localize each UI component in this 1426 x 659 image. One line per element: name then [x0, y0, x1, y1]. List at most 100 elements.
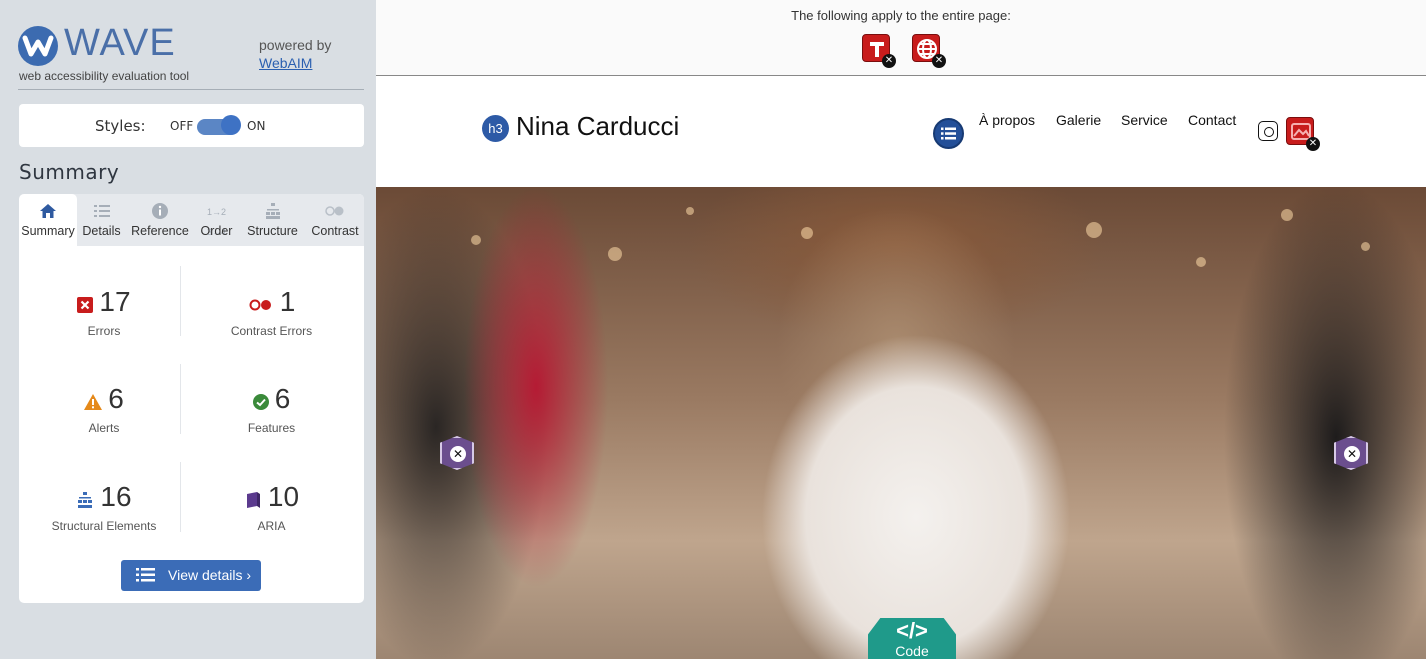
wave-logo-icon — [18, 26, 58, 66]
tab-label: Order — [200, 224, 233, 238]
logo-subtitle: web accessibility evaluation tool — [19, 69, 190, 83]
tab-details[interactable]: Details — [77, 194, 126, 246]
styles-toggle-box: Styles: OFF ON — [19, 104, 364, 147]
bokeh-light — [1196, 257, 1206, 267]
webaim-link[interactable]: WebAIM — [259, 54, 331, 72]
evaluated-page: The following apply to the entire page: … — [376, 0, 1426, 659]
home-icon — [19, 202, 77, 224]
nav-link-service[interactable]: Service — [1121, 112, 1168, 128]
missing-title-error-icon[interactable]: ✕ — [862, 34, 896, 68]
stat-divider — [180, 364, 181, 434]
features-count: 6 — [274, 383, 291, 414]
styles-off-label: OFF — [170, 119, 194, 133]
aria-icon — [244, 491, 262, 513]
wave-logo[interactable]: WAVE — [18, 22, 178, 66]
tab-bar: Summary Details Reference 1→2 3→4 Order … — [19, 194, 364, 246]
stat-errors[interactable]: 17 Errors — [39, 286, 169, 338]
list-icon — [77, 202, 126, 224]
errors-count: 17 — [99, 286, 131, 317]
tab-reference[interactable]: Reference — [126, 194, 194, 246]
powered-by: powered by WebAIM — [259, 36, 331, 72]
summary-heading: Summary — [19, 160, 120, 184]
bokeh-light — [1361, 242, 1370, 251]
contrast-error-icon — [248, 297, 274, 316]
order-icon: 1→2 3→4 — [206, 207, 226, 237]
wave-app: WAVE web accessibility evaluation tool p… — [0, 0, 1426, 659]
stat-contrast-errors[interactable]: 1 Contrast Errors — [199, 286, 344, 338]
aria-label: ARIA — [257, 519, 286, 533]
nav-link-a-propos[interactable]: À propos — [979, 112, 1035, 128]
code-label: Code — [895, 643, 929, 659]
contrast-errors-count: 1 — [279, 286, 296, 317]
features-label: Features — [247, 421, 296, 435]
close-icon: ✕ — [882, 54, 896, 68]
code-icon: </> — [896, 618, 928, 643]
bokeh-light — [801, 227, 813, 239]
structure-icon — [239, 202, 306, 224]
error-icon — [77, 296, 94, 317]
apply-text: The following apply to the entire page: — [791, 8, 1011, 23]
instagram-icon[interactable] — [1258, 121, 1278, 141]
hero-wedding-photo: ✕ ✕ — [376, 187, 1426, 659]
close-icon: ✕ — [450, 446, 466, 462]
info-icon — [126, 202, 194, 224]
tab-label: Details — [82, 224, 121, 238]
carousel-prev-error-icon[interactable]: ✕ — [440, 436, 474, 470]
feature-check-icon — [252, 393, 269, 414]
site-title: Nina Carducci — [516, 111, 680, 141]
powered-by-text: powered by — [259, 37, 332, 53]
tab-order[interactable]: 1→2 3→4 Order — [194, 194, 239, 246]
bokeh-light — [471, 235, 481, 245]
bokeh-light — [686, 207, 694, 215]
stat-divider — [180, 266, 181, 336]
tab-label: Contrast — [311, 224, 359, 238]
stat-alerts[interactable]: 6 Alerts — [39, 383, 169, 435]
contrast-icon — [306, 202, 364, 224]
linked-image-missing-alt-error-icon[interactable]: ✕ — [1286, 117, 1320, 151]
sidebar-divider — [18, 89, 364, 90]
alerts-label: Alerts — [88, 421, 120, 435]
structural-label: Structural Elements — [51, 519, 157, 533]
alert-icon — [84, 393, 103, 414]
tab-contrast[interactable]: Contrast — [306, 194, 364, 246]
carousel-next-error-icon[interactable]: ✕ — [1334, 436, 1368, 470]
code-toggle-tab[interactable]: </> Code — [868, 618, 956, 659]
tab-summary[interactable]: Summary — [19, 194, 77, 246]
styles-on-label: ON — [247, 119, 266, 133]
styles-toggle-knob[interactable] — [221, 115, 241, 135]
wave-sidebar: WAVE web accessibility evaluation tool p… — [0, 0, 376, 659]
list-structure-icon[interactable] — [933, 118, 964, 149]
tab-label: Reference — [131, 224, 189, 238]
bokeh-light — [1281, 209, 1293, 221]
view-details-label: View details › — [168, 567, 252, 583]
h3-heading-icon[interactable]: h3 — [482, 115, 509, 142]
styles-label: Styles: — [95, 117, 146, 135]
stat-structural[interactable]: 16 Structural Elements — [39, 481, 169, 533]
nav-link-contact[interactable]: Contact — [1188, 112, 1236, 128]
stat-divider — [180, 462, 181, 532]
structure-icon — [76, 491, 94, 513]
summary-panel: Summary Details Reference 1→2 3→4 Order … — [19, 194, 364, 603]
tab-label: Structure — [247, 224, 298, 238]
close-icon: ✕ — [932, 54, 946, 68]
site-header: h3 Nina Carducci À propos Galerie Servic… — [376, 77, 1426, 187]
language-missing-error-icon[interactable]: ✕ — [912, 34, 946, 68]
structural-count: 16 — [100, 481, 132, 512]
tab-label: Summary — [21, 224, 75, 238]
list-icon — [136, 566, 156, 587]
stat-features[interactable]: 6 Features — [199, 383, 344, 435]
close-icon: ✕ — [1344, 446, 1360, 462]
logo-text: WAVE — [64, 22, 176, 64]
view-details-button[interactable]: View details › — [121, 560, 261, 591]
tab-structure[interactable]: Structure — [239, 194, 306, 246]
nav-link-galerie[interactable]: Galerie — [1056, 112, 1101, 128]
page-level-issues-bar: The following apply to the entire page: … — [376, 0, 1426, 76]
contrast-errors-label: Contrast Errors — [230, 324, 313, 338]
aria-count: 10 — [267, 481, 300, 512]
close-icon: ✕ — [1306, 137, 1320, 151]
errors-label: Errors — [87, 324, 121, 338]
alerts-count: 6 — [108, 383, 124, 414]
bokeh-light — [1086, 222, 1102, 238]
stat-aria[interactable]: 10 ARIA — [199, 481, 344, 533]
bokeh-light — [608, 247, 622, 261]
